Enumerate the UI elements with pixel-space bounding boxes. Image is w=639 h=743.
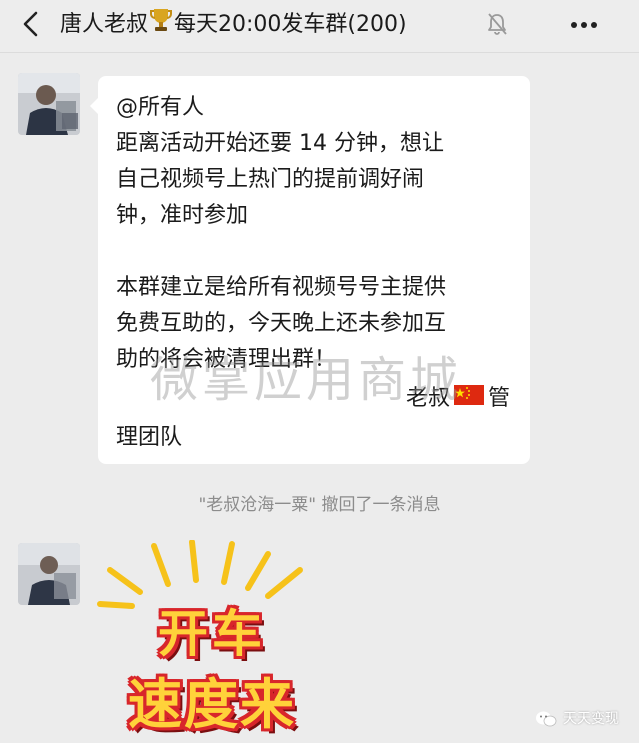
message-line: 距离活动开始还要 14 分钟，想让	[116, 131, 444, 156]
message-line: 助的将会被清理出群！	[116, 347, 337, 372]
brand-name: 天天变现	[563, 711, 619, 727]
signature: 老叔 管	[406, 378, 510, 420]
back-button[interactable]	[18, 10, 44, 38]
chat-header: 唐人老叔 每天20:00发车群(200)	[0, 0, 639, 53]
recall-notice: "老叔沧海一粟" 撤回了一条消息	[198, 495, 441, 515]
chat-title-prefix: 唐人老叔	[60, 12, 149, 37]
signature-name: 老叔	[405, 386, 450, 411]
china-flag-icon	[453, 378, 484, 420]
wechat-icon	[536, 711, 557, 727]
signature-role: 管	[487, 386, 510, 411]
chat-title: 唐人老叔 每天20:00发车群(200)	[60, 6, 407, 42]
message-line: 本群建立是给所有视频号号主提供	[116, 275, 447, 300]
sticker-line-1: 开车	[158, 605, 266, 663]
trophy-icon	[150, 6, 173, 44]
chat-title-suffix: 每天20:00发车群(200)	[174, 12, 407, 37]
back-icon	[23, 11, 38, 37]
message-line: 自己视频号上热门的提前调好闹	[116, 167, 425, 192]
more-button[interactable]	[566, 10, 602, 40]
message-bubble[interactable]: @所有人 距离活动开始还要 14 分钟，想让 自己视频号上热门的提前调好闹 钟，…	[90, 76, 530, 464]
more-icon	[571, 22, 597, 28]
message-line: 钟，准时参加	[116, 203, 249, 228]
sticker-line-2: 速度来	[128, 673, 296, 736]
message-line: 免费互助的，今天晚上还未参加互	[116, 311, 447, 336]
sticker-image[interactable]: 开车 速度来	[92, 540, 332, 740]
mute-bell-icon	[486, 12, 508, 40]
message-text: @所有人 距离活动开始还要 14 分钟，想让 自己视频号上热门的提前调好闹 钟，…	[116, 90, 516, 456]
message-line: 理团队	[116, 425, 183, 450]
brand-watermark: 天天变现	[535, 708, 619, 730]
sender-avatar[interactable]	[18, 543, 80, 605]
message-line: @所有人	[116, 95, 205, 120]
sender-avatar[interactable]	[18, 73, 80, 135]
